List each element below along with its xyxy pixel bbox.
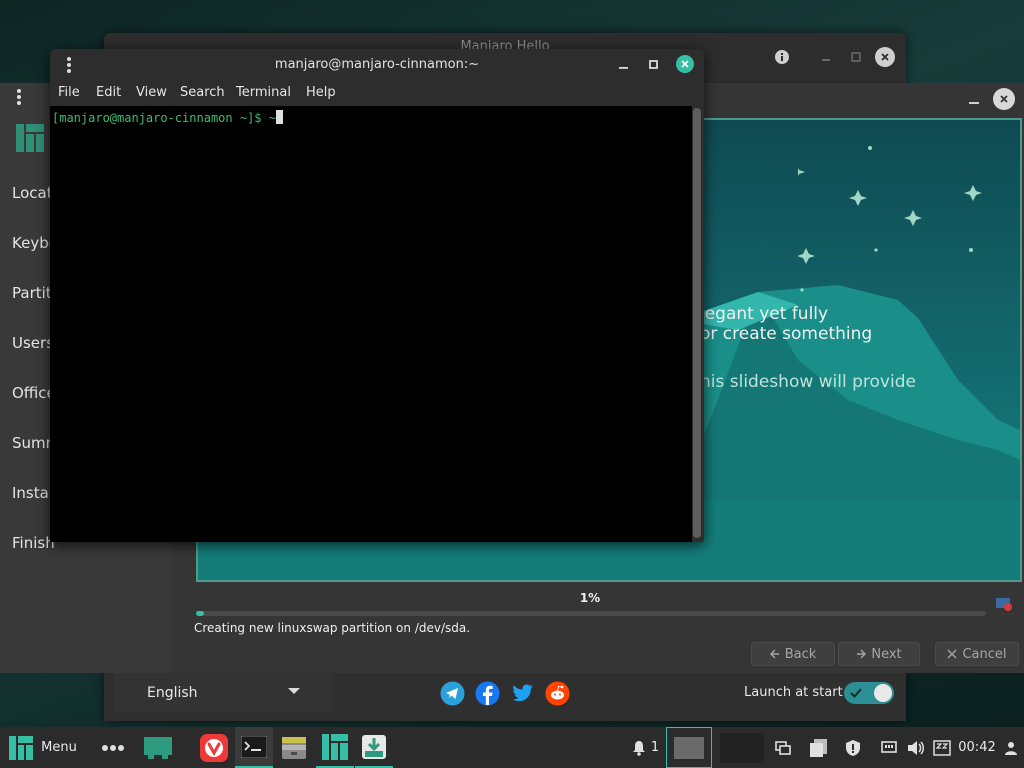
stars-icon <box>798 146 982 292</box>
language-value: English <box>147 685 198 701</box>
cancel-icon <box>947 649 957 659</box>
progress-percent: 1% <box>579 591 601 605</box>
terminal-menubar: File Edit View Search Terminal Help <box>50 81 704 105</box>
terminal-window: manjaro@manjaro-cinnamon:~ File Edit Vie… <box>50 49 704 542</box>
menu-search[interactable]: Search <box>180 85 225 100</box>
installer-task-icon[interactable] <box>355 727 393 768</box>
cancel-button[interactable]: Cancel <box>935 642 1019 666</box>
menu-button[interactable]: Menu <box>6 727 80 768</box>
terminal-titlebar[interactable]: manjaro@manjaro-cinnamon:~ <box>50 49 704 81</box>
user-icon[interactable] <box>1000 727 1022 768</box>
next-label: Next <box>871 646 902 662</box>
minimize-icon[interactable] <box>816 47 836 67</box>
clock-time: 00:42 <box>958 740 996 755</box>
launch-at-start-label: Launch at start <box>744 685 843 700</box>
language-select[interactable]: English <box>114 673 332 713</box>
next-button[interactable]: Next <box>838 642 920 666</box>
menu-label: Menu <box>41 740 77 755</box>
clock[interactable]: 00:42 <box>956 727 998 768</box>
log-icon[interactable] <box>996 598 1014 612</box>
maximize-icon[interactable] <box>846 47 866 67</box>
clipboard-icon[interactable] <box>806 727 832 768</box>
manjaro-hello-task-icon[interactable] <box>316 727 354 768</box>
file-manager-icon[interactable] <box>276 727 312 768</box>
back-button[interactable]: Back <box>751 642 835 666</box>
progress-fill <box>196 611 204 616</box>
notification-count: 1 <box>650 740 660 755</box>
minimize-icon[interactable] <box>618 59 630 71</box>
arrow-right-icon <box>857 649 867 659</box>
menu-view[interactable]: View <box>136 85 167 100</box>
checkmark-icon <box>850 688 862 698</box>
network-icon[interactable] <box>878 727 900 768</box>
progress-bar <box>196 611 986 616</box>
workspace-switcher-2[interactable] <box>719 727 765 768</box>
terminal-task-icon[interactable] <box>235 727 273 768</box>
twitter-icon[interactable] <box>510 681 535 706</box>
close-icon[interactable] <box>676 55 694 73</box>
terminal-scrollbar[interactable] <box>693 108 701 538</box>
menu-terminal[interactable]: Terminal <box>236 85 291 100</box>
cancel-label: Cancel <box>962 646 1007 662</box>
taskbar: Menu 1 00:42 <box>0 727 1024 768</box>
toggle-knob <box>874 684 892 702</box>
vivaldi-browser-icon[interactable] <box>196 727 232 768</box>
terminal-prompt: [manjaro@manjaro-cinnamon ~]$ ~ <box>52 110 283 125</box>
menu-help[interactable]: Help <box>306 85 336 100</box>
reddit-icon[interactable] <box>545 681 570 706</box>
workspace-icon[interactable] <box>142 727 174 768</box>
windows-list-icon[interactable] <box>772 727 794 768</box>
menu-file[interactable]: File <box>58 85 80 100</box>
notifications-icon[interactable]: 1 <box>630 727 660 768</box>
progress-status: Creating new linuxswap partition on /dev… <box>194 621 471 635</box>
chevron-down-icon <box>288 688 300 694</box>
maximize-icon[interactable] <box>648 59 660 71</box>
arrow-left-icon <box>769 649 779 659</box>
manjaro-logo-icon <box>9 735 34 760</box>
terminal-screen[interactable]: [manjaro@manjaro-cinnamon ~]$ ~ <box>50 106 692 542</box>
manjaro-logo-icon <box>16 124 44 152</box>
facebook-icon[interactable] <box>475 681 500 706</box>
terminal-title: manjaro@manjaro-cinnamon:~ <box>274 57 480 72</box>
slide-text-line-1: legant yet fully <box>700 304 829 324</box>
menu-edit[interactable]: Edit <box>96 85 121 100</box>
workspace-switcher-1[interactable] <box>666 727 712 768</box>
terminal-cursor <box>275 110 283 124</box>
close-icon[interactable] <box>875 47 895 67</box>
kebab-menu-icon[interactable] <box>10 86 28 108</box>
prompt-text: [manjaro@manjaro-cinnamon ~]$ ~ <box>52 111 276 125</box>
launch-at-start-toggle[interactable] <box>844 682 894 704</box>
back-label: Back <box>784 646 817 662</box>
installer-close-icon[interactable] <box>993 88 1015 110</box>
telegram-icon[interactable] <box>440 681 465 706</box>
hello-footer: English Launch at start <box>104 673 906 721</box>
security-shield-icon[interactable] <box>842 727 864 768</box>
slide-text-line-3: his slideshow will provide <box>700 372 916 392</box>
volume-icon[interactable] <box>905 727 927 768</box>
show-desktop-icon[interactable] <box>98 727 128 768</box>
info-icon[interactable] <box>772 47 792 67</box>
installer-minimize-icon[interactable] <box>968 93 980 105</box>
keyboard-layout-icon[interactable] <box>931 727 953 768</box>
slide-text-line-2: or create something <box>700 324 873 344</box>
